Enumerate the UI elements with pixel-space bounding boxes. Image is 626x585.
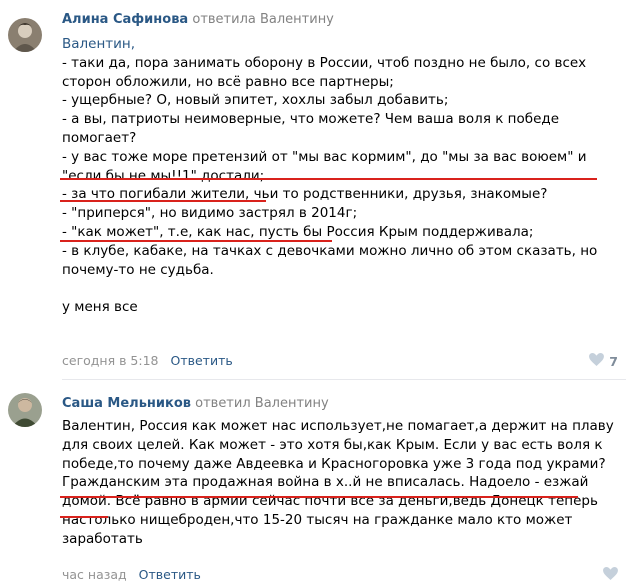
comment-line: "если бы не мы!!1" достали;: [62, 167, 265, 184]
mention-link[interactable]: Валентин,: [62, 35, 622, 54]
comment-reply-target[interactable]: ответил Валентину: [195, 396, 329, 411]
comment-author[interactable]: Саша Мельников: [62, 396, 191, 411]
like-count: 7: [609, 353, 618, 369]
heart-icon: [589, 353, 605, 369]
comment-text: Валентин, - таки да, пора занимать оборо…: [62, 35, 622, 317]
comment-line: победе,то почему даже Авдеевка и Красног…: [62, 455, 606, 472]
comment-reply-target[interactable]: ответила Валентину: [192, 12, 334, 27]
highlight-underline: [60, 516, 108, 518]
avatar[interactable]: [8, 18, 42, 52]
comment-line: - "приперся", но видимо застрял в 2014г;: [62, 205, 358, 222]
comment-timestamp[interactable]: час назад: [62, 567, 127, 582]
like-button[interactable]: [603, 567, 618, 583]
highlight-underline: [60, 240, 332, 242]
comment-line: - таки да, пора занимать оборону в Росси…: [62, 54, 587, 71]
highlight-underline: [60, 178, 597, 180]
heart-icon: [603, 567, 618, 583]
comment-line: заработать: [62, 530, 143, 547]
comment-line: домой. Всё равно в армии сейчас почти вс…: [62, 493, 598, 510]
comment-line: - "как может", т.е, как нас, пусть бы Ро…: [62, 223, 534, 240]
highlight-underline: [60, 200, 266, 202]
comment-line: сторон обложили, но всё равно все партне…: [62, 73, 394, 90]
comment-line: - а вы, патриоты неимоверные, что можете…: [62, 111, 560, 128]
comment-timestamp[interactable]: сегодня в 5:18: [62, 353, 159, 368]
comment-alina: Алина Сафинова ответила Валентину Валент…: [0, 0, 626, 372]
comment-sasha: Саша Мельников ответил Валентину Валенти…: [0, 380, 626, 585]
comment-line: - у вас тоже море претензий от "мы вас к…: [62, 148, 587, 165]
comment-line: для своих целей. Как может - это хотя бы…: [62, 436, 603, 453]
comment-line: - ущербные? О, новый эпитет, хохлы забыл…: [62, 92, 449, 109]
avatar[interactable]: [8, 393, 42, 427]
comment-line: у меня все: [62, 299, 138, 316]
comment-line: почему-то не судьба.: [62, 261, 214, 278]
comment-line: Гражданским эта продажная война в х..й н…: [62, 474, 589, 491]
highlight-underline: [60, 496, 578, 498]
comment-line: настолько нищеброден,что 15-20 тысяч на …: [62, 511, 573, 528]
comment-line: [62, 279, 622, 298]
comment-text: Валентин, Россия как может нас используе…: [62, 417, 622, 549]
reply-button[interactable]: Ответить: [139, 567, 201, 582]
like-button[interactable]: 7: [589, 353, 618, 369]
comment-line: - в клубе, кабаке, на тачках с девочками…: [62, 242, 598, 259]
comment-line: Валентин, Россия как может нас используе…: [62, 418, 614, 434]
comment-author[interactable]: Алина Сафинова: [62, 12, 188, 27]
reply-button[interactable]: Ответить: [170, 353, 232, 368]
comment-line: помогает?: [62, 129, 137, 146]
